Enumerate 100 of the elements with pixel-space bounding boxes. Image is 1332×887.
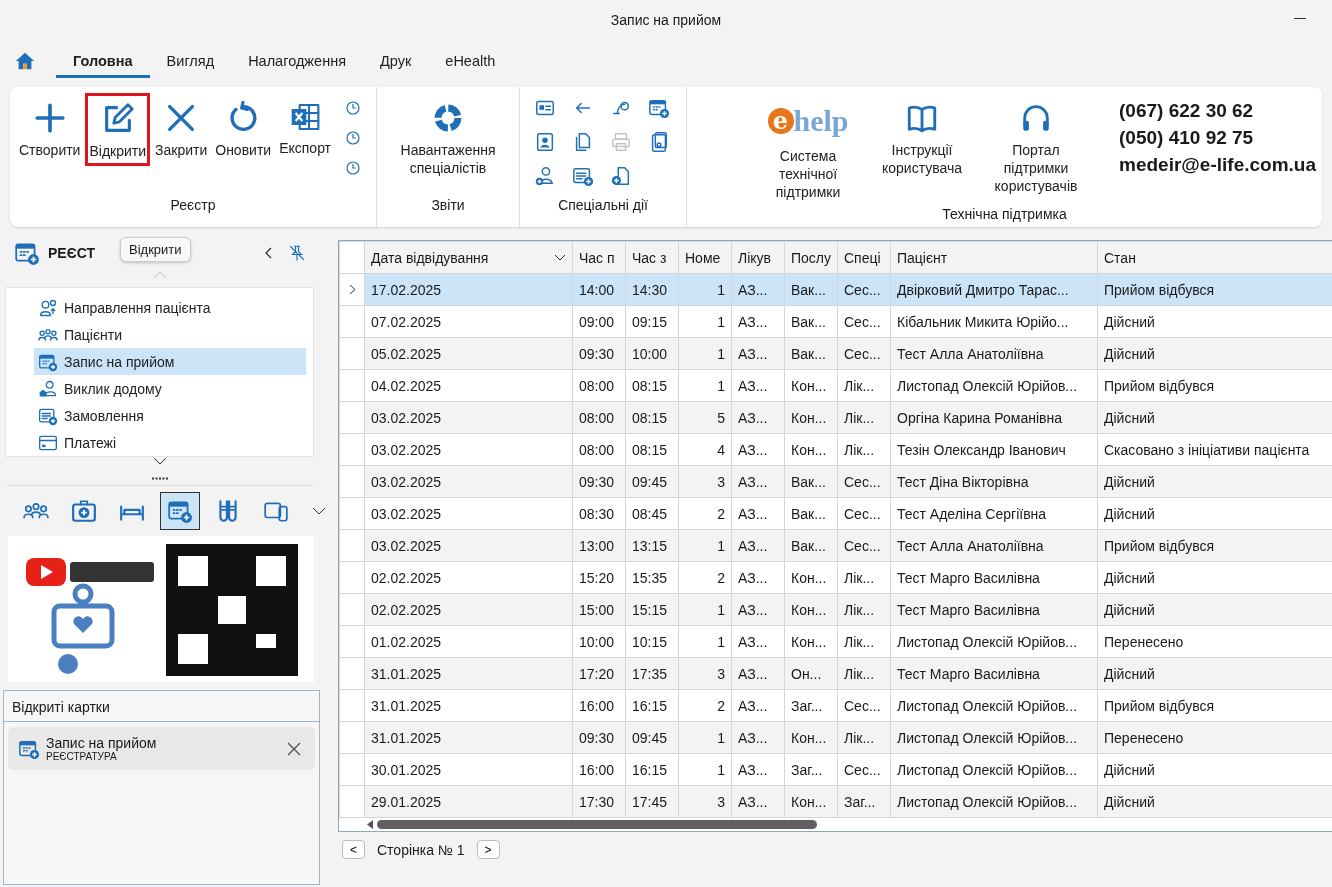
scroll-down-icon[interactable] (153, 457, 167, 465)
ribbon-button[interactable]: e help Система технічної підтримки (753, 93, 863, 206)
more-button[interactable] (312, 507, 326, 515)
table-cell: 08:15 (625, 401, 679, 434)
table-cell: 09:45 (625, 465, 679, 498)
table-cell: АЗ... (731, 401, 785, 434)
table-cell: Кібальник Микита Юрійо... (890, 305, 1098, 338)
table-cell: 08:00 (572, 433, 626, 466)
collapse-button[interactable] (264, 246, 274, 260)
table-cell: Сес... (837, 689, 891, 722)
history-button[interactable] (344, 159, 363, 177)
column-header[interactable]: Час п (572, 241, 626, 274)
column-header[interactable]: Лікув (731, 241, 785, 274)
clock-icon (344, 159, 363, 177)
table-cell: АЗ... (731, 625, 785, 658)
ribbon-tab[interactable]: Вигляд (149, 44, 232, 78)
table-cell: 08:15 (625, 433, 679, 466)
table-cell: 16:00 (572, 753, 626, 786)
table-cell: Лік... (837, 721, 891, 754)
column-header[interactable]: Номе (678, 241, 732, 274)
ribbon-button[interactable]: Створити (16, 93, 84, 164)
next-page-button[interactable]: > (476, 840, 500, 859)
table-cell: 1 (678, 305, 732, 338)
clock-icon (344, 129, 363, 147)
nav-item[interactable]: Направлення пацієнта (34, 294, 306, 321)
table-cell: 17.02.2025 (364, 273, 573, 306)
nav-item[interactable]: Замовлення (34, 402, 306, 429)
table-cell: 1 (678, 625, 732, 658)
ribbon-button[interactable]: Портал підтримки користувачів (981, 93, 1091, 200)
table-cell: Сес... (837, 497, 891, 530)
ribbon-button[interactable]: Оновити (212, 93, 275, 164)
table-cell: 04.02.2025 (364, 369, 573, 402)
table-cell: Тест Діна Вікторівна (890, 465, 1098, 498)
ribbon-button[interactable]: Відкрити (85, 93, 151, 166)
table-cell: Сес... (837, 465, 891, 498)
table-cell: 31.01.2025 (364, 689, 573, 722)
table-cell: Тест Аделіна Сергіївна (890, 497, 1098, 530)
module-button[interactable] (160, 492, 200, 530)
table-cell: АЗ... (731, 529, 785, 562)
table-cell: 2 (678, 689, 732, 722)
table-cell: 08:00 (572, 401, 626, 434)
group-label: Звіти (430, 197, 466, 215)
table-cell: Листопад Олексій Юрійов... (890, 721, 1098, 754)
table-cell: 29.01.2025 (364, 785, 573, 818)
unpin-button[interactable] (288, 244, 306, 262)
history-button[interactable] (344, 129, 363, 147)
scroll-left-icon[interactable] (367, 820, 373, 829)
table-cell: АЗ... (731, 753, 785, 786)
table-cell: Тест Марго Василівна (890, 561, 1098, 594)
nav-item[interactable]: Платежі (34, 429, 306, 456)
table-cell: 02.02.2025 (364, 561, 573, 594)
table-cell: 09:30 (572, 721, 626, 754)
column-header[interactable]: Пацієнт (890, 241, 1098, 274)
table-cell: 02.02.2025 (364, 593, 573, 626)
history-button[interactable] (344, 99, 363, 117)
window-title: Запис на прийом (610, 12, 722, 28)
table-cell: Сес... (837, 529, 891, 562)
table-cell: 08:30 (572, 497, 626, 530)
table-cell: 15:20 (572, 561, 626, 594)
table-cell: АЗ... (731, 657, 785, 690)
table-cell: Сес... (837, 753, 891, 786)
table-cell: Листопад Олексій Юрійов... (890, 625, 1098, 658)
nav-item[interactable]: Запис на прийом (34, 348, 306, 375)
table-cell: Заг... (784, 753, 838, 786)
ribbon-tab[interactable]: Друк (363, 44, 429, 78)
table-cell: 1 (678, 273, 732, 306)
ribbon-tab[interactable]: Налагодження (231, 44, 363, 78)
ribbon-tab[interactable]: Головна (56, 44, 150, 78)
ribbon-button[interactable]: Експорт (276, 93, 335, 162)
table-cell: Тест Марго Василівна (890, 657, 1098, 690)
column-header[interactable]: Час з (625, 241, 679, 274)
splitter-grip-icon[interactable] (151, 476, 169, 480)
ribbon-tab[interactable]: eHealth (428, 44, 513, 78)
sort-icon (554, 254, 566, 261)
home-button[interactable] (14, 50, 36, 72)
table-cell: 05.02.2025 (364, 337, 573, 370)
scrollbar-thumb[interactable] (377, 820, 817, 829)
column-header[interactable]: Спеці (837, 241, 891, 274)
table-cell: 17:35 (625, 657, 679, 690)
ribbon-button[interactable]: Навантаження спеціалістів (383, 93, 513, 182)
ribbon-button[interactable]: Закрити (152, 93, 211, 164)
table-cell: 3 (678, 465, 732, 498)
nav-item[interactable]: Пацієнти (34, 321, 306, 348)
table-cell: Прийом відбувся (1097, 529, 1332, 562)
table-cell: 03.02.2025 (364, 433, 573, 466)
table-cell: 16:00 (572, 689, 626, 722)
table-cell: АЗ... (731, 497, 785, 530)
open-card[interactable]: Запис на прийом РЕЄСТРАТУРА (8, 727, 315, 770)
column-header[interactable]: Дата відвідування (364, 241, 573, 274)
previous-page-button[interactable]: < (342, 840, 365, 859)
panel-title: Відкриті картки (4, 691, 319, 722)
table-cell: 17:20 (572, 657, 626, 690)
column-header[interactable]: Стан (1097, 241, 1332, 274)
nav-item[interactable]: Виклик додому (34, 375, 306, 402)
table-cell: 15:00 (572, 593, 626, 626)
ribbon-button[interactable]: Інструкції користувача (867, 93, 977, 182)
clock-icon (344, 99, 363, 117)
table-cell: Двірковий Дмитро Тарас... (890, 273, 1098, 306)
calendar-plus-icon (14, 240, 40, 266)
column-header[interactable]: Послу (784, 241, 838, 274)
